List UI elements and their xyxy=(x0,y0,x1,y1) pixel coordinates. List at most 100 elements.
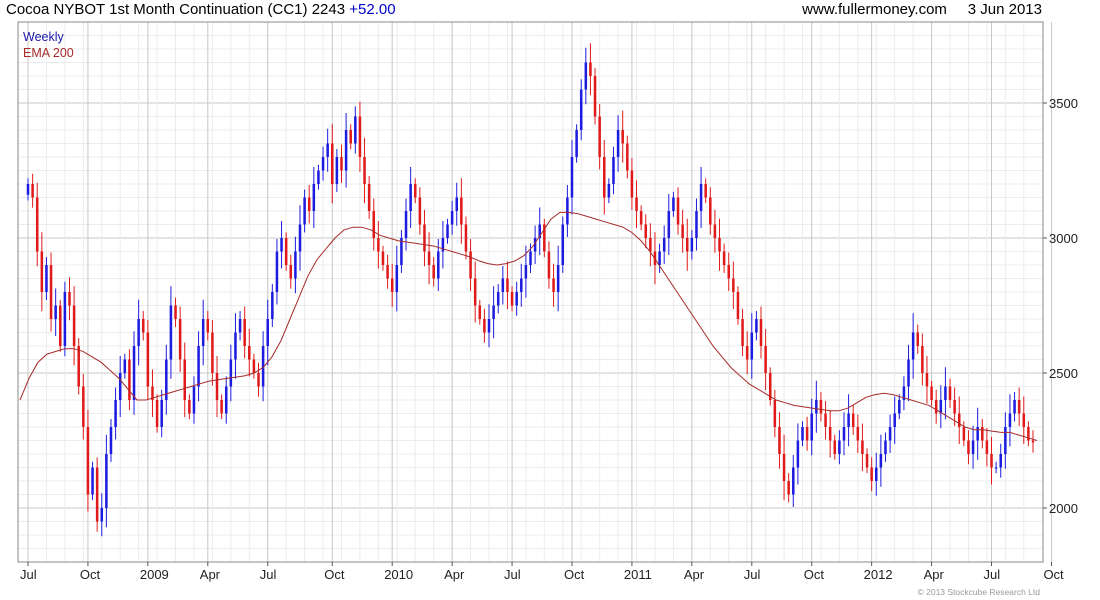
candle-body-down xyxy=(953,400,956,414)
candle-body-up xyxy=(566,197,569,225)
candle-body-up xyxy=(884,440,887,454)
candle-body-down xyxy=(155,400,159,427)
candle-body-up xyxy=(335,157,339,184)
candle-body-up xyxy=(234,332,237,360)
x-tick-label: Apr xyxy=(444,567,465,582)
candle-body-up xyxy=(326,143,329,157)
candle-body-up xyxy=(118,373,122,400)
chart-source: www.fullermoney.com 3 Jun 2013 xyxy=(802,1,1042,18)
candle-body-up xyxy=(123,359,127,373)
x-tick-label: 2009 xyxy=(140,567,169,582)
candle-body-up xyxy=(690,238,694,252)
candle-body-up xyxy=(874,467,878,481)
x-tick-label: Apr xyxy=(684,567,705,582)
candle-body-up xyxy=(584,62,588,90)
candle-body-down xyxy=(870,467,873,481)
candle-body-up xyxy=(344,130,348,171)
candle-body-up xyxy=(496,292,500,306)
candle-body-down xyxy=(709,197,712,225)
candle-body-down xyxy=(413,184,417,198)
candle-body-down xyxy=(722,251,726,265)
candle-body-up xyxy=(556,265,560,292)
copyright-notice: © 2013 Stockcube Research Ltd xyxy=(917,587,1040,597)
candle-body-up xyxy=(1004,427,1007,454)
candle-body-down xyxy=(386,265,389,279)
candle-body-up xyxy=(404,211,408,238)
y-tick-label: 2000 xyxy=(1049,501,1078,516)
candle-body-down xyxy=(764,346,767,373)
candle-body-down xyxy=(432,265,435,279)
candle-body-up xyxy=(450,211,454,225)
candle-body-down xyxy=(626,143,629,171)
x-tick-label: Oct xyxy=(324,567,345,582)
candle-body-down xyxy=(478,305,482,319)
candle-body-down xyxy=(685,238,689,252)
candle-body-down xyxy=(59,305,62,346)
candle-body-up xyxy=(561,224,565,265)
candle-body-down xyxy=(948,386,952,400)
candle-body-down xyxy=(718,238,721,252)
candle-body-up xyxy=(298,224,302,252)
candle-body-down xyxy=(805,427,809,441)
candle-body-down xyxy=(469,251,472,279)
candle-body-up xyxy=(879,454,883,468)
candle-body-up xyxy=(137,319,140,346)
candle-body-up xyxy=(810,413,813,441)
candle-body-down xyxy=(141,319,145,333)
candle-body-down xyxy=(86,427,90,495)
price-chart: 2000 2500 3000 3500 Jul Oct 2009 Apr Jul Oct 2010… xyxy=(17,21,1078,582)
candle-body-down xyxy=(621,130,624,144)
candle-body-down xyxy=(381,251,385,265)
candle-body-up xyxy=(224,386,228,414)
candle-body-down xyxy=(990,454,993,468)
candle-body-down xyxy=(174,305,177,319)
candle-body-down xyxy=(934,400,938,414)
candle-body-up xyxy=(446,224,449,238)
ema-200-line xyxy=(19,211,1038,441)
candle-body-down xyxy=(82,386,85,427)
candle-body-down xyxy=(220,400,223,414)
candle-body-up xyxy=(838,440,841,454)
candle-body-up xyxy=(303,197,306,225)
instrument-name: Cocoa NYBOT 1st Month Continuation (CC1) xyxy=(6,1,308,18)
candle-body-down xyxy=(215,373,219,400)
candle-body-up xyxy=(105,454,108,508)
candle-body-up xyxy=(658,251,661,265)
candle-body-down xyxy=(630,170,634,198)
candle-body-down xyxy=(377,238,380,252)
candle-body-up xyxy=(271,292,274,319)
candle-body-up xyxy=(317,170,320,184)
candle-body-down xyxy=(77,346,80,387)
x-tick-label: 2010 xyxy=(384,567,413,582)
candle-body-down xyxy=(589,62,592,76)
candle-body-down xyxy=(284,238,288,265)
candle-body-up xyxy=(275,251,279,292)
x-tick-label: Jul xyxy=(744,567,761,582)
candle-body-down xyxy=(704,184,707,198)
candle-body-up xyxy=(109,427,113,454)
candle-body-down xyxy=(423,224,426,252)
candle-body-down xyxy=(331,143,334,184)
candle-body-up xyxy=(192,386,196,414)
x-axis: Jul Oct 2009 Apr Jul Oct 2010 Apr Jul Oct 2011 Apr J… xyxy=(20,562,1064,582)
candle-body-down xyxy=(31,184,34,198)
candle-body-up xyxy=(893,413,896,427)
candle-body-up xyxy=(815,400,818,414)
x-tick-label: Apr xyxy=(200,567,221,582)
candle-body-up xyxy=(524,265,528,279)
x-tick-label: Jul xyxy=(20,567,37,582)
candle-body-up xyxy=(667,211,671,238)
candle-body-down xyxy=(1017,400,1021,414)
x-tick-label: 2011 xyxy=(624,567,652,582)
candle-body-down xyxy=(35,197,39,252)
candle-body-down xyxy=(787,481,790,495)
candle-body-up xyxy=(907,359,910,387)
candle-body-down xyxy=(552,278,555,292)
y-axis: 2000 2500 3000 3500 xyxy=(1043,96,1078,516)
candle-body-down xyxy=(49,265,53,319)
candle-body-down xyxy=(833,440,837,454)
candle-body-down xyxy=(483,319,486,333)
y-tick-label: 3500 xyxy=(1049,96,1078,111)
candle-body-down xyxy=(773,400,777,427)
y-tick-label: 2500 xyxy=(1049,366,1078,381)
